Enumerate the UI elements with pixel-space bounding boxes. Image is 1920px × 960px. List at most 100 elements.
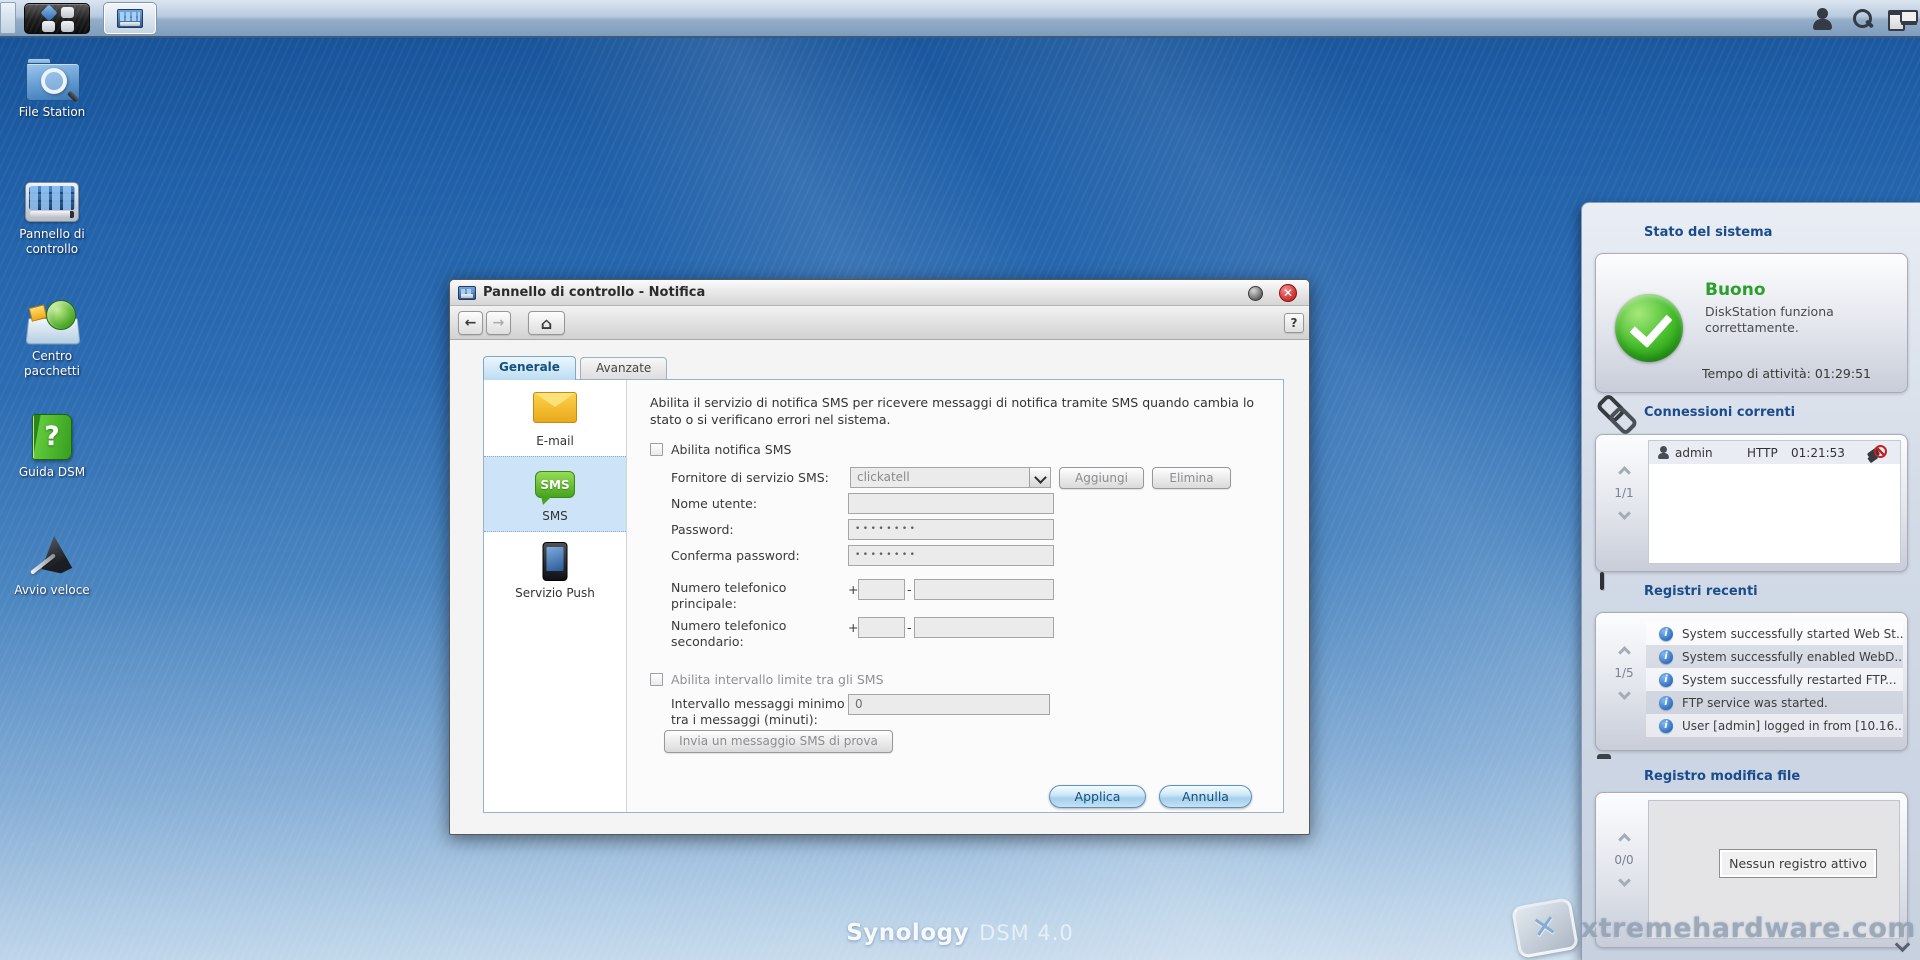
interval-field[interactable]: 0 (848, 694, 1050, 715)
desktop-icon-package-center[interactable]: Centro pacchetti (6, 298, 98, 379)
window-titlebar[interactable]: Pannello di controllo - Notifica ✕ (450, 280, 1309, 306)
desktop-icon-label: Guida DSM (18, 465, 86, 479)
chevron-down-icon[interactable] (1029, 468, 1050, 487)
desktop-icon-control-panel[interactable]: Pannello di controllo (6, 182, 98, 257)
taskbar-item-control-panel[interactable] (104, 3, 156, 34)
main-menu-button[interactable] (24, 3, 90, 34)
disconnect-icon[interactable] (1867, 444, 1887, 461)
watermark: xtremehardware.com (1510, 897, 1916, 959)
phone1-separator: - (907, 582, 912, 597)
system-status-title: Stato del sistema (1644, 225, 1773, 240)
send-test-sms-button[interactable]: Invia un messaggio SMS di prova (664, 730, 893, 753)
show-desktop-strip[interactable] (0, 2, 16, 34)
tab-generale[interactable]: Generale (483, 356, 576, 380)
sidebar-item-sms[interactable]: SMS SMS (484, 456, 626, 532)
help-button[interactable]: ? (1284, 313, 1304, 333)
close-icon[interactable]: ✕ (1279, 284, 1297, 302)
main-menu-icon (40, 4, 74, 32)
username-label: Nome utente: (671, 496, 758, 511)
log-row[interactable]: User [admin] logged in from [10.16... (1646, 714, 1903, 737)
desktop-icon-dsm-help[interactable]: Guida DSM (6, 414, 98, 480)
phone1-country-field[interactable] (858, 579, 905, 600)
connections-pager: 1/1 (1604, 466, 1644, 520)
back-button[interactable] (458, 311, 483, 335)
folder-icon (1597, 759, 1633, 795)
info-icon (1659, 626, 1673, 641)
tab-avanzate[interactable]: Avanzate (580, 357, 668, 380)
minimize-button[interactable] (1248, 286, 1263, 301)
pilot-view-icon[interactable] (1888, 7, 1918, 31)
status-message: DiskStation funziona correttamente. (1705, 304, 1834, 336)
connections-page: 1/1 (1614, 486, 1634, 500)
dsm-help-icon (32, 414, 72, 460)
phone1-number-field[interactable] (914, 579, 1054, 600)
phone2-number-field[interactable] (914, 617, 1054, 638)
home-button[interactable] (528, 311, 565, 335)
shield-icon (1597, 215, 1633, 251)
notification-sms-panel: E-mail SMS SMS Servizio Push Abilita il … (483, 379, 1284, 813)
user-icon[interactable] (1810, 7, 1836, 31)
log-row[interactable]: FTP service was started. (1646, 691, 1903, 714)
interval-limit-label: Abilita intervallo limite tra gli SMS (671, 672, 884, 687)
forward-button[interactable] (486, 311, 511, 335)
email-icon (533, 392, 577, 423)
branding-name: Synology (846, 920, 970, 946)
page-up-icon[interactable] (1617, 646, 1631, 659)
phone2-country-field[interactable] (858, 617, 905, 638)
connections-list: admin HTTP 01:21:53 (1648, 440, 1901, 564)
file-log-page: 0/0 (1614, 853, 1634, 867)
logs-pager: 1/5 (1604, 646, 1644, 700)
password-label: Password: (671, 522, 734, 537)
provider-value: clickatell (857, 470, 910, 484)
sidebar-item-email[interactable]: E-mail (484, 380, 626, 456)
username-field[interactable] (848, 493, 1054, 514)
status-ok-icon (1615, 294, 1683, 362)
desktop-icon-label: Centro pacchetti (24, 349, 80, 378)
connection-protocol: HTTP (1747, 445, 1778, 460)
log-row[interactable]: System successfully restarted FTP... (1646, 668, 1903, 691)
add-button[interactable]: Aggiungi (1059, 467, 1144, 489)
search-icon[interactable] (1850, 7, 1876, 31)
window-toolbar: ? (450, 306, 1309, 340)
password-field[interactable]: •••••••• (848, 519, 1054, 540)
page-down-icon[interactable] (1617, 687, 1631, 700)
confirm-password-field[interactable]: •••••••• (848, 545, 1054, 566)
window-title: Pannello di controllo - Notifica (483, 285, 706, 300)
delete-button[interactable]: Elimina (1152, 467, 1231, 489)
uptime-text: Tempo di attività: 01:29:51 (1702, 366, 1872, 381)
cancel-button[interactable]: Annulla (1159, 785, 1252, 808)
magnifier-icon (41, 68, 67, 94)
provider-select[interactable]: clickatell (850, 467, 1051, 488)
info-icon (1659, 718, 1673, 733)
category-sidebar: E-mail SMS SMS Servizio Push (484, 380, 627, 812)
log-row[interactable]: System successfully enabled WebD... (1646, 645, 1903, 668)
watermark-text: xtremehardware.com (1580, 912, 1916, 944)
page-up-icon[interactable] (1617, 833, 1631, 846)
widget-panel: Stato del sistema Buono DiskStation funz… (1581, 202, 1920, 960)
desktop-icon-file-station[interactable]: File Station (6, 58, 98, 120)
page-down-icon[interactable] (1617, 874, 1631, 887)
info-icon (1659, 672, 1673, 687)
recent-logs-title: Registri recenti (1644, 584, 1758, 599)
package-center-icon (24, 298, 80, 344)
logs-page: 1/5 (1614, 666, 1634, 680)
connection-time: 01:21:53 (1791, 445, 1845, 460)
file-log-pager: 0/0 (1604, 833, 1644, 887)
enable-sms-checkbox[interactable] (650, 443, 663, 456)
interval-limit-checkbox[interactable] (650, 673, 663, 686)
connections-title: Connessioni correnti (1644, 405, 1796, 420)
desktop-icon-label: Avvio veloce (14, 583, 90, 597)
page-down-icon[interactable] (1617, 507, 1631, 520)
desktop-icon-quick-start[interactable]: Avvio veloce (6, 534, 98, 598)
connection-row[interactable]: admin HTTP 01:21:53 (1649, 441, 1900, 464)
confirm-password-label: Conferma password: (671, 548, 800, 563)
sms-icon: SMS (535, 471, 575, 505)
apply-button[interactable]: Applica (1049, 785, 1146, 808)
page-up-icon[interactable] (1617, 466, 1631, 479)
desktop-icon-label: Pannello di controllo (19, 227, 85, 256)
sidebar-item-push-service[interactable]: Servizio Push (484, 532, 626, 608)
control-panel-desktop-icon (25, 182, 79, 222)
log-row[interactable]: System successfully started Web St... (1646, 622, 1903, 645)
phone1-label: Numero telefonico principale: (671, 580, 787, 612)
chain-link-icon (1597, 395, 1633, 431)
